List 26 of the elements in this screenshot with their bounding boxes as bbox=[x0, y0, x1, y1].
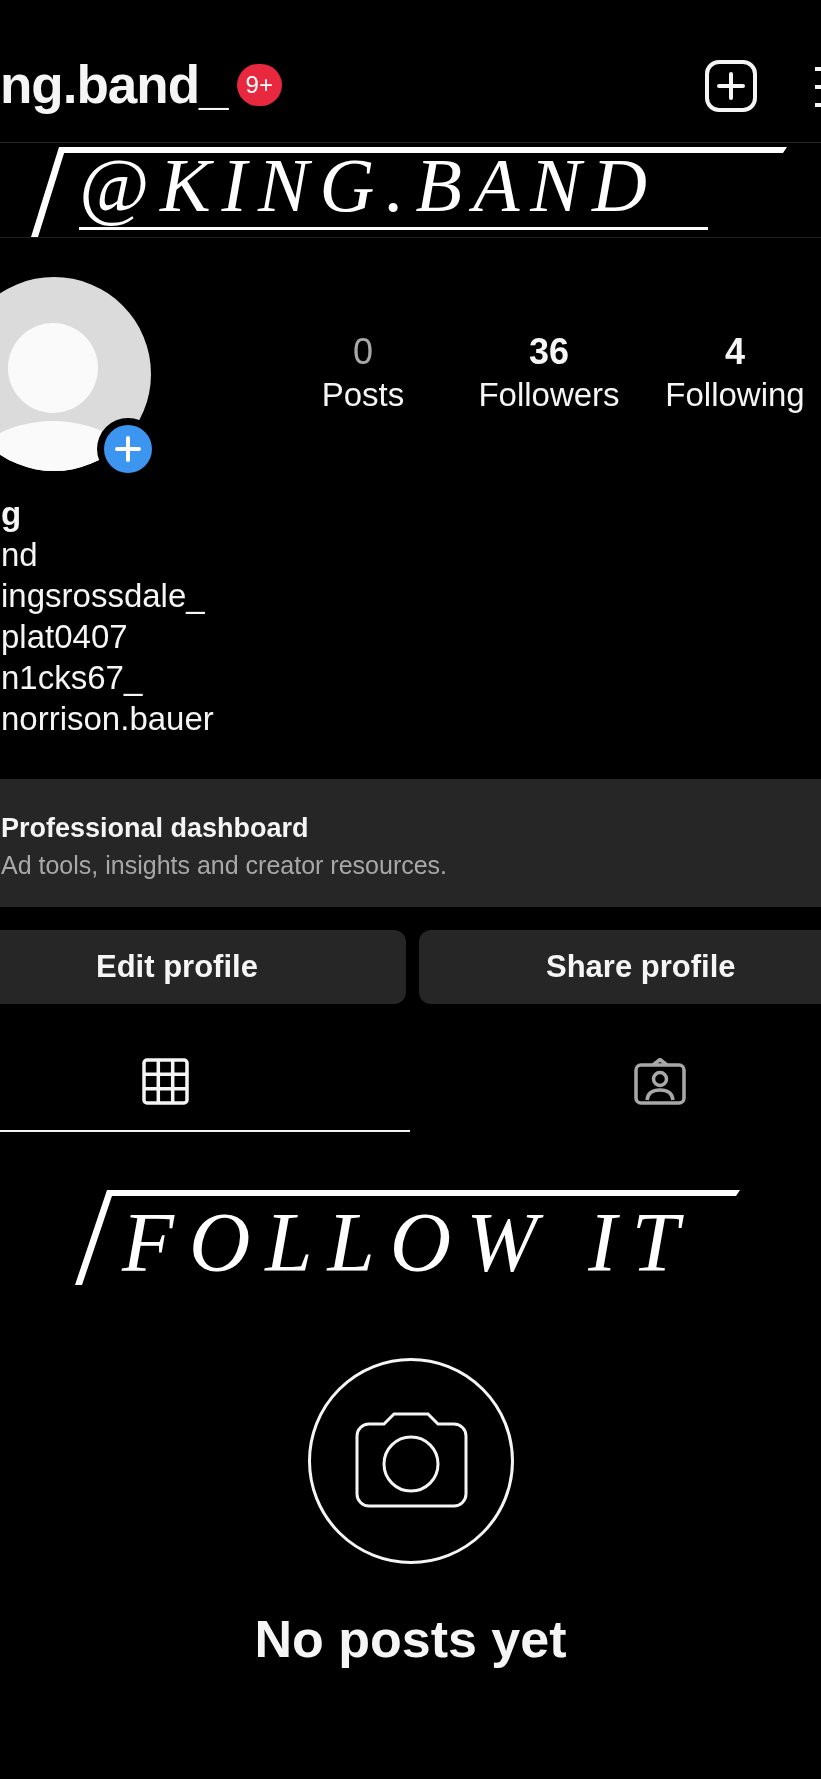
profile-name: g bbox=[1, 494, 23, 534]
new-post-icon[interactable] bbox=[705, 60, 757, 112]
stat-count: 0 bbox=[353, 332, 373, 372]
bio-line: ingsrossdale_ bbox=[1, 576, 206, 616]
bio-line: norrison.bauer bbox=[1, 699, 215, 739]
bio-line: n1cks67_ bbox=[1, 658, 144, 698]
dashboard-title: Professional dashboard bbox=[1, 812, 310, 845]
notification-count: 9+ bbox=[236, 64, 282, 106]
grid-icon bbox=[142, 1058, 189, 1105]
stat-label: Following bbox=[665, 375, 805, 415]
share-profile-button[interactable]: Share profile bbox=[419, 930, 821, 1004]
caption-text: FOLLOW IT bbox=[122, 1202, 694, 1282]
dashboard-subtitle: Ad tools, insights and creator resources. bbox=[1, 850, 449, 881]
camera-icon bbox=[307, 1358, 514, 1564]
banner-text: @KING.BAND bbox=[79, 157, 708, 230]
stat-count: 4 bbox=[725, 332, 745, 372]
bio-line: nd bbox=[1, 535, 39, 575]
portrait-icon bbox=[634, 1058, 686, 1105]
stat-count: 36 bbox=[528, 332, 569, 372]
menu-icon[interactable] bbox=[815, 67, 821, 107]
bio-line: plat0407 bbox=[1, 617, 129, 657]
stat-label: Posts bbox=[321, 375, 405, 415]
edit-profile-button[interactable]: Edit profile bbox=[0, 930, 406, 1004]
stat-label: Followers bbox=[478, 375, 620, 415]
dashboard-card[interactable]: Professional dashboard Ad tools, insights and creator resources. bbox=[0, 779, 821, 907]
empty-state-title: No posts yet bbox=[254, 1609, 567, 1669]
